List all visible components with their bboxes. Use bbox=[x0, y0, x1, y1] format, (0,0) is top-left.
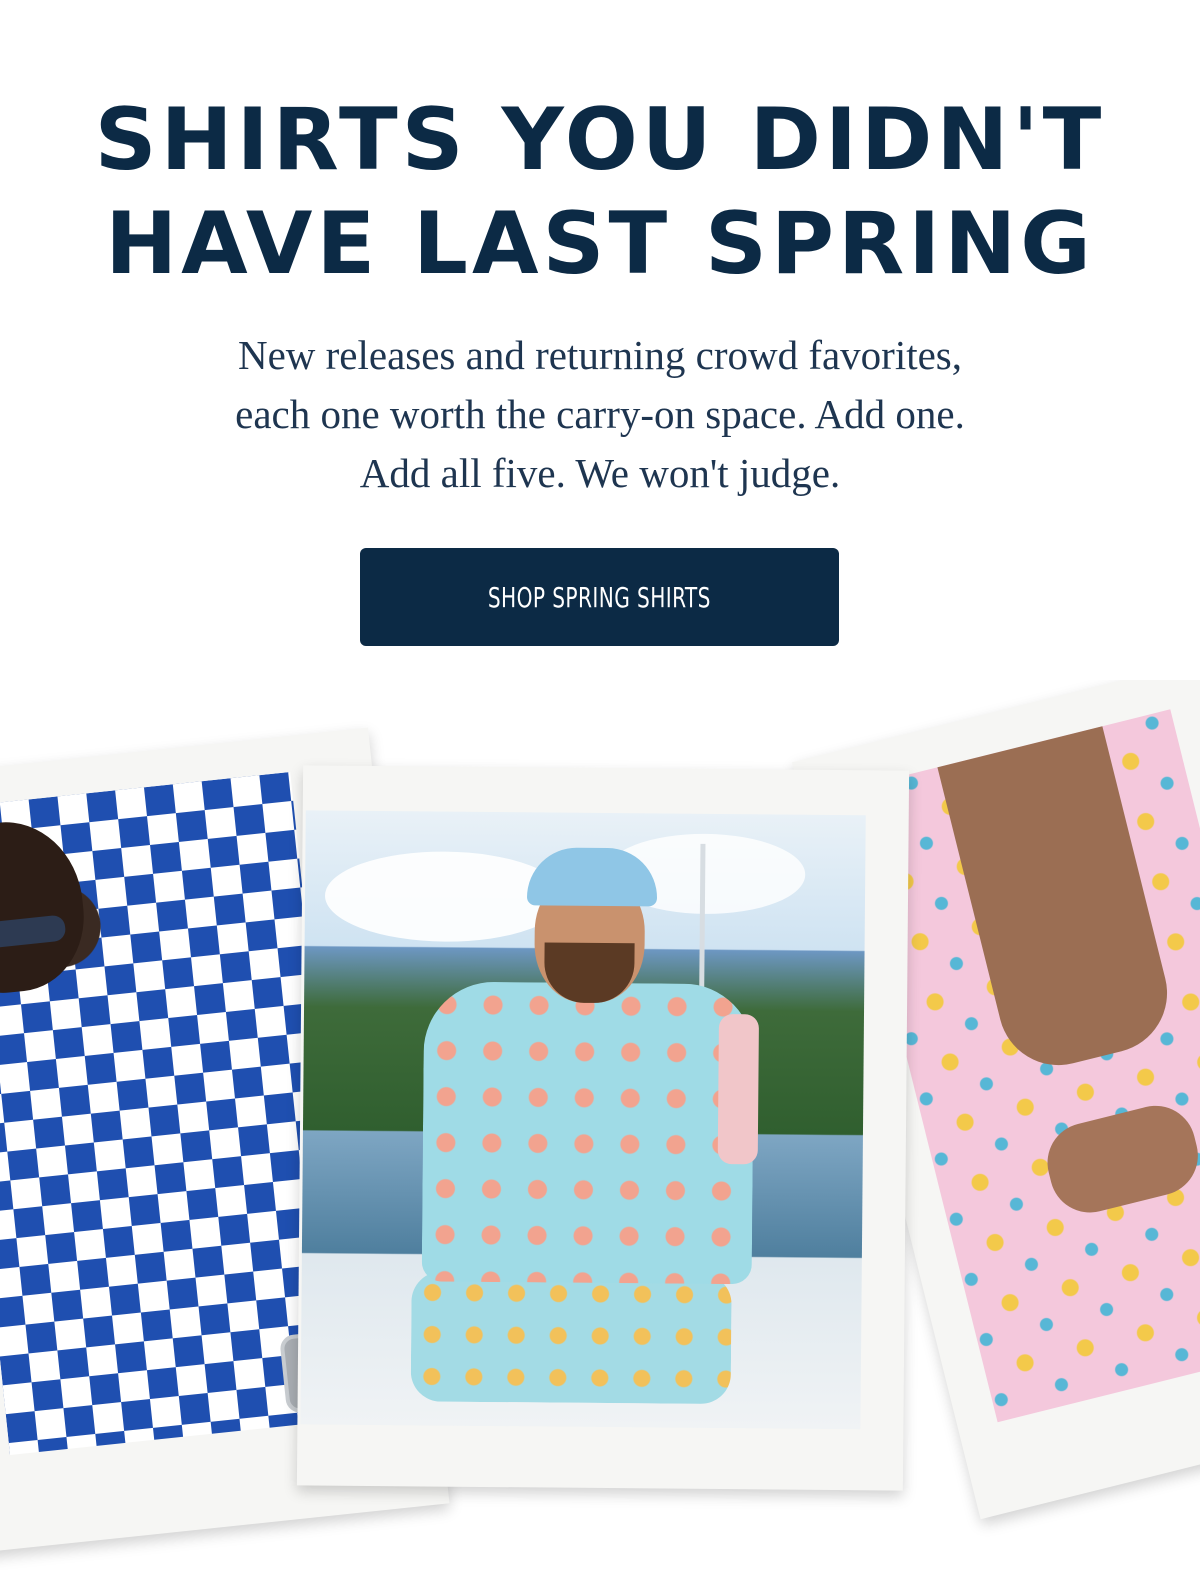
aqua-floral-shirt-boat-photo bbox=[300, 810, 866, 1430]
photo-collage bbox=[0, 680, 1200, 1582]
model-hands bbox=[1039, 1097, 1200, 1221]
headline-line-1: SHIRTS YOU DIDN'T bbox=[94, 90, 1106, 190]
headline: SHIRTS YOU DIDN'T HAVE LAST SPRING bbox=[0, 88, 1200, 296]
bottle-in-koozie bbox=[717, 1014, 759, 1165]
headline-line-2: HAVE LAST SPRING bbox=[105, 194, 1095, 294]
model-chest bbox=[932, 709, 1180, 1078]
cta-label: SHOP SPRING SHIRTS bbox=[488, 580, 711, 614]
subcopy-line-3: Add all five. We won't judge. bbox=[359, 450, 841, 496]
subcopy-line-1: New releases and returning crowd favorit… bbox=[237, 332, 963, 378]
model-head bbox=[0, 814, 92, 1000]
shop-spring-shirts-button[interactable]: SHOP SPRING SHIRTS bbox=[360, 548, 839, 646]
subcopy: New releases and returning crowd favorit… bbox=[150, 326, 1050, 503]
polaroid-center[interactable] bbox=[296, 765, 910, 1491]
floral-shorts bbox=[410, 1271, 732, 1405]
subcopy-line-2: each one worth the carry-on space. Add o… bbox=[235, 391, 965, 437]
floral-shirt bbox=[421, 981, 755, 1285]
